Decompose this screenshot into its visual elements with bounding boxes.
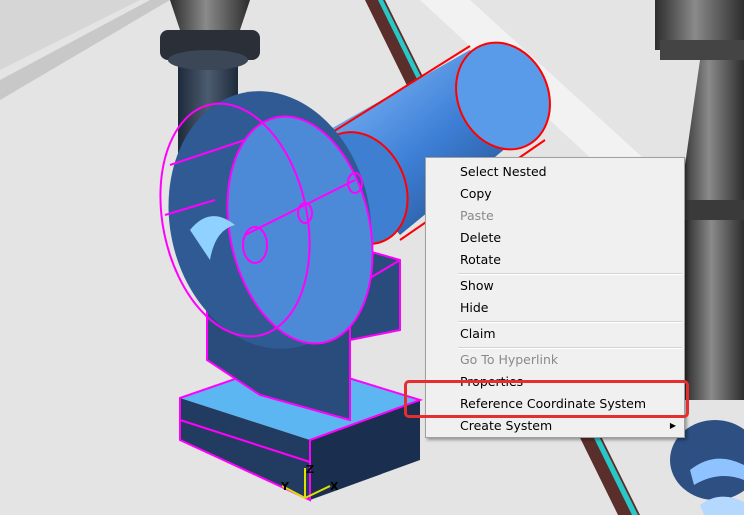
menu-item-go-to-hyperlink[interactable]: Go To Hyperlink bbox=[427, 349, 684, 371]
menu-item-delete[interactable]: Delete bbox=[427, 227, 684, 249]
x-axis-label: X bbox=[330, 480, 339, 493]
z-axis-label: Z bbox=[306, 463, 314, 476]
menu-item-paste[interactable]: Paste bbox=[427, 205, 684, 227]
menu-item-select-nested[interactable]: Select Nested bbox=[427, 161, 684, 183]
highlight-box bbox=[404, 380, 689, 418]
submenu-arrow-icon: ▶ bbox=[669, 421, 676, 430]
menu-item-claim[interactable]: Claim bbox=[427, 323, 684, 345]
menu-item-show[interactable]: Show bbox=[427, 275, 684, 297]
menu-item-hide[interactable]: Hide bbox=[427, 297, 684, 319]
menu-item-create-system[interactable]: Create System ▶ bbox=[427, 415, 684, 437]
y-axis-label: Y bbox=[281, 480, 289, 493]
menu-item-create-system-label: Create System bbox=[460, 418, 553, 433]
menu-item-copy[interactable]: Copy bbox=[427, 183, 684, 205]
menu-item-rotate[interactable]: Rotate bbox=[427, 249, 684, 271]
